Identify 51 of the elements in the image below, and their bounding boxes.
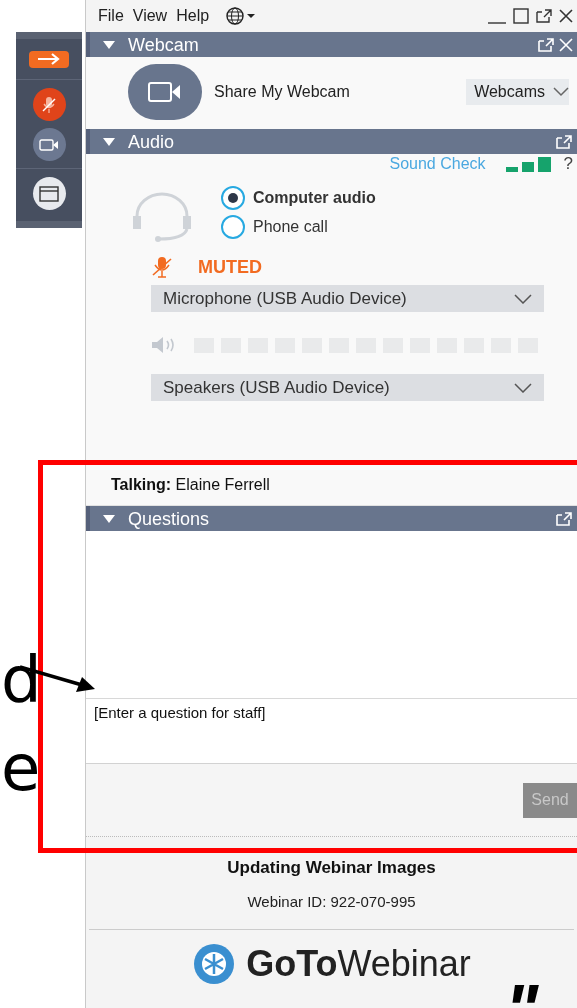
- annotation-text: e: [1, 736, 41, 800]
- annotation-text: d: [1, 648, 42, 712]
- video-camera-icon: [39, 138, 59, 151]
- muted-microphone-icon: [41, 95, 57, 114]
- window-icon: [39, 185, 59, 202]
- webinar-id: Webinar ID: 922-070-995: [247, 891, 416, 912]
- flower-logo-icon: [192, 942, 237, 986]
- webcam-button[interactable]: [32, 128, 66, 161]
- muted-microphone-icon: [151, 256, 173, 278]
- section-title: Audio: [128, 132, 175, 151]
- collapse-panel-button[interactable]: [29, 50, 69, 68]
- window-button[interactable]: [32, 177, 66, 210]
- pop-out-icon[interactable]: [535, 8, 553, 24]
- share-webcam-button[interactable]: [128, 64, 202, 120]
- section-title: Webcam: [128, 35, 199, 54]
- device-dropdown[interactable]: Microphone (USB Audio Device): [151, 285, 544, 312]
- globe-icon[interactable]: [226, 7, 257, 25]
- menu-item[interactable]: View: [132, 4, 168, 28]
- close-icon[interactable]: [559, 9, 573, 23]
- microphone-button[interactable]: [32, 88, 66, 121]
- section-header[interactable]: Audio: [86, 129, 577, 154]
- audio-option[interactable]: Computer audio: [221, 186, 376, 210]
- webcam-dropdown[interactable]: Webcams: [466, 79, 569, 105]
- chevron-down-icon: [514, 293, 532, 304]
- question-input[interactable]: [Enter a question for staff]: [94, 702, 577, 725]
- menu-item[interactable]: Help: [176, 4, 210, 28]
- audio-option[interactable]: Phone call: [221, 215, 376, 239]
- maximize-icon[interactable]: [513, 8, 529, 24]
- collapse-icon[interactable]: [102, 39, 116, 50]
- arrow-right-icon: [37, 53, 61, 65]
- webinar-title: Updating Webinar Images: [227, 857, 436, 879]
- radio-button[interactable]: [221, 215, 245, 239]
- help-link[interactable]: ?: [563, 151, 573, 177]
- brand-logo: GoToWebinar: [192, 942, 471, 986]
- video-camera-icon: [148, 82, 182, 102]
- collapse-icon[interactable]: [102, 513, 116, 524]
- chevron-down-icon: [514, 382, 532, 393]
- chevron-down-icon: [553, 87, 569, 97]
- menu-item[interactable]: File: [98, 4, 124, 28]
- share-webcam-label: Share My Webcam: [214, 82, 350, 102]
- talking-indicator: Talking: Elaine Ferrell: [111, 474, 270, 495]
- signal-bars-icon: [505, 156, 552, 172]
- annotation-text: ": [505, 975, 539, 1008]
- collapse-icon[interactable]: [102, 136, 116, 147]
- section-header[interactable]: Webcam: [86, 32, 577, 57]
- section-title: Questions: [128, 509, 210, 528]
- mute-status: MUTED: [198, 255, 262, 279]
- section-header[interactable]: Questions: [86, 506, 577, 531]
- device-dropdown[interactable]: Speakers (USB Audio Device): [151, 374, 544, 401]
- question-field[interactable]: [Enter a question for staff]: [86, 699, 577, 764]
- radio-button[interactable]: [221, 186, 245, 210]
